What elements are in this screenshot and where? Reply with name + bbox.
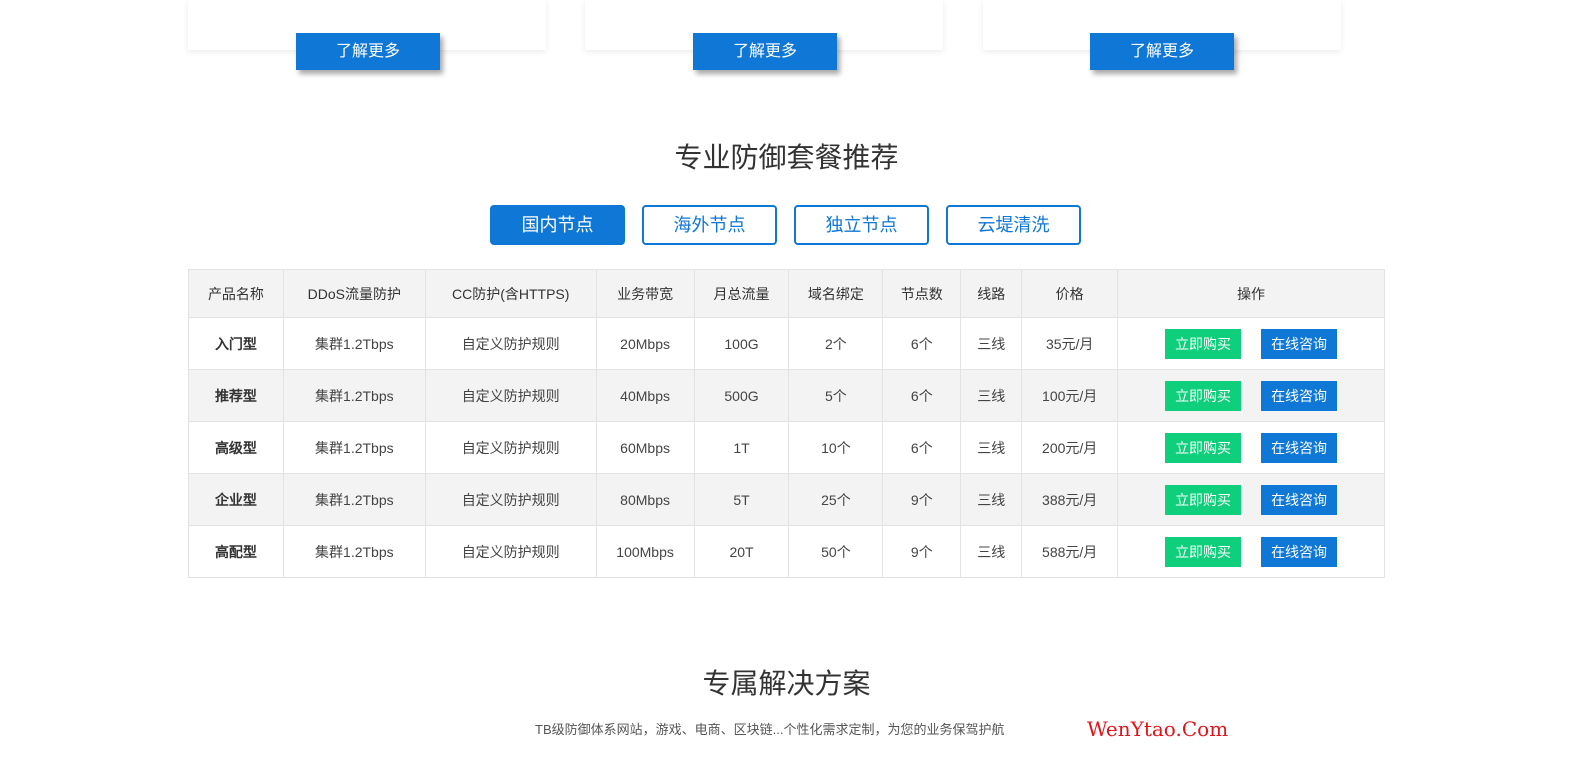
header-bandwidth: 业务带宽 [595,269,695,318]
cell-line: 三线 [960,317,1023,370]
header-price: 价格 [1021,269,1119,318]
online-consult-button[interactable]: 在线咨询 [1261,484,1338,515]
cell-product-name: 推荐型 [188,369,284,422]
header-domain-binding: 域名绑定 [788,269,884,318]
buy-now-button[interactable]: 立即购买 [1165,432,1242,463]
buy-now-button[interactable]: 立即购买 [1165,536,1242,567]
cell-ddos: 集群1.2Tbps [282,421,426,474]
cell-product-name: 高级型 [188,421,284,474]
cell-nodes: 9个 [882,525,962,578]
cell-actions: 立即购买 在线咨询 [1117,421,1385,474]
online-consult-button[interactable]: 在线咨询 [1261,380,1338,411]
tab-overseas-nodes[interactable]: 海外节点 [642,205,777,245]
tab-cloud-scrubbing[interactable]: 云堤清洗 [946,205,1081,245]
cell-price: 588元/月 [1021,525,1119,578]
cell-traffic: 20T [693,525,790,578]
cell-product-name: 企业型 [188,473,284,526]
cell-cc: 自定义防护规则 [424,317,597,370]
tab-domestic-nodes[interactable]: 国内节点 [490,205,625,245]
header-monthly-traffic: 月总流量 [693,269,790,318]
cell-traffic: 5T [693,473,790,526]
cell-nodes: 6个 [882,421,962,474]
cell-nodes: 6个 [882,369,962,422]
learn-more-button[interactable]: 了解更多 [296,33,440,70]
online-consult-button[interactable]: 在线咨询 [1261,432,1338,463]
node-tabs: 国内节点 海外节点 独立节点 云堤清洗 [490,205,1098,245]
page: 了解更多 了解更多 了解更多 专业防御套餐推荐 国内节点 海外节点 独立节点 云… [0,0,1573,773]
cell-actions: 立即购买 在线咨询 [1117,317,1385,370]
cell-price: 388元/月 [1021,473,1119,526]
cell-bandwidth: 40Mbps [595,369,695,422]
watermark-text: WenYtao.Com [1087,717,1229,741]
cell-actions: 立即购买 在线咨询 [1117,525,1385,578]
cell-cc: 自定义防护规则 [424,369,597,422]
cell-line: 三线 [960,421,1023,474]
solutions-subtitle: TB级防御体系网站，游戏、电商、区块链...个性化需求定制，为您的业务保驾护航 [535,722,1005,737]
buy-now-button[interactable]: 立即购买 [1165,380,1242,411]
cell-traffic: 500G [693,369,790,422]
online-consult-button[interactable]: 在线咨询 [1261,328,1338,359]
cell-line: 三线 [960,525,1023,578]
table-row: 推荐型 集群1.2Tbps 自定义防护规则 40Mbps 500G 5个 6个 … [188,369,1385,422]
table-row: 企业型 集群1.2Tbps 自定义防护规则 80Mbps 5T 25个 9个 三… [188,473,1385,526]
cell-cc: 自定义防护规则 [424,421,597,474]
cell-nodes: 9个 [882,473,962,526]
header-cc-protection: CC防护(含HTTPS) [424,269,597,318]
cell-line: 三线 [960,369,1023,422]
cell-domains: 50个 [788,525,884,578]
cell-ddos: 集群1.2Tbps [282,473,426,526]
cell-domains: 2个 [788,317,884,370]
cell-ddos: 集群1.2Tbps [282,369,426,422]
cell-domains: 25个 [788,473,884,526]
cell-nodes: 6个 [882,317,962,370]
header-actions: 操作 [1117,269,1385,318]
header-ddos-protection: DDoS流量防护 [282,269,426,318]
cell-cc: 自定义防护规则 [424,525,597,578]
cell-actions: 立即购买 在线咨询 [1117,369,1385,422]
cell-domains: 10个 [788,421,884,474]
cell-product-name: 高配型 [188,525,284,578]
cell-price: 200元/月 [1021,421,1119,474]
cell-traffic: 100G [693,317,790,370]
cell-bandwidth: 100Mbps [595,525,695,578]
cell-cc: 自定义防护规则 [424,473,597,526]
cell-traffic: 1T [693,421,790,474]
online-consult-button[interactable]: 在线咨询 [1261,536,1338,567]
table-header-row: 产品名称 DDoS流量防护 CC防护(含HTTPS) 业务带宽 月总流量 域名绑… [188,269,1385,318]
cell-actions: 立即购买 在线咨询 [1117,473,1385,526]
buy-now-button[interactable]: 立即购买 [1165,328,1242,359]
packages-title: 专业防御套餐推荐 [674,142,899,173]
header-node-count: 节点数 [882,269,962,318]
cell-product-name: 入门型 [188,317,284,370]
tab-dedicated-nodes[interactable]: 独立节点 [794,205,929,245]
learn-more-button[interactable]: 了解更多 [693,33,837,70]
cell-bandwidth: 80Mbps [595,473,695,526]
cell-bandwidth: 20Mbps [595,317,695,370]
buy-now-button[interactable]: 立即购买 [1165,484,1242,515]
pricing-table: 产品名称 DDoS流量防护 CC防护(含HTTPS) 业务带宽 月总流量 域名绑… [188,269,1385,578]
solutions-title: 专属解决方案 [702,668,871,699]
table-row: 高级型 集群1.2Tbps 自定义防护规则 60Mbps 1T 10个 6个 三… [188,421,1385,474]
cell-ddos: 集群1.2Tbps [282,317,426,370]
learn-more-button[interactable]: 了解更多 [1090,33,1234,70]
cell-bandwidth: 60Mbps [595,421,695,474]
table-row: 入门型 集群1.2Tbps 自定义防护规则 20Mbps 100G 2个 6个 … [188,317,1385,370]
cell-domains: 5个 [788,369,884,422]
cell-price: 35元/月 [1021,317,1119,370]
cell-ddos: 集群1.2Tbps [282,525,426,578]
table-row: 高配型 集群1.2Tbps 自定义防护规则 100Mbps 20T 50个 9个… [188,525,1385,578]
header-product-name: 产品名称 [188,269,284,318]
cell-line: 三线 [960,473,1023,526]
cell-price: 100元/月 [1021,369,1119,422]
header-line: 线路 [960,269,1023,318]
